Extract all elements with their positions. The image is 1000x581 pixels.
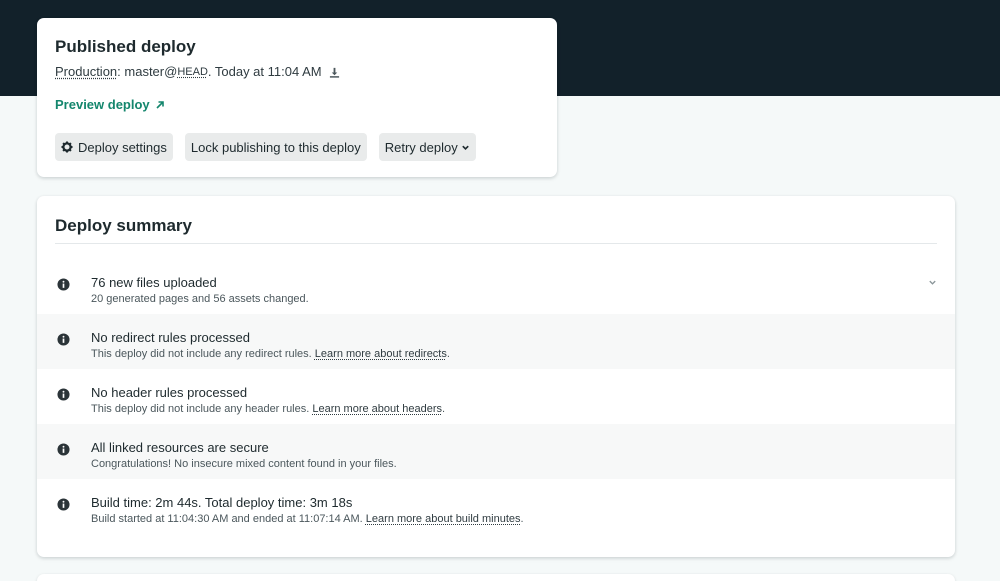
summary-item-desc: 20 generated pages and 56 assets changed… (91, 293, 955, 306)
learn-more-build-minutes-link[interactable]: Learn more about build minutes (366, 513, 521, 525)
lock-publishing-button[interactable]: Lock publishing to this deploy (185, 133, 367, 161)
info-icon (57, 443, 70, 456)
gear-icon (61, 141, 73, 153)
summary-item-desc: This deploy did not include any header r… (91, 403, 955, 416)
deploy-ref[interactable]: HEAD (177, 64, 208, 80)
download-icon[interactable] (329, 67, 340, 78)
summary-item-security: All linked resources are secure Congratu… (37, 424, 955, 479)
summary-item-files[interactable]: 76 new files uploaded 20 generated pages… (37, 259, 955, 314)
info-icon (57, 498, 70, 511)
info-icon (57, 333, 70, 346)
deploy-branch: master@ (124, 64, 177, 80)
summary-list: 76 new files uploaded 20 generated pages… (37, 259, 955, 534)
summary-item-title: No header rules processed (91, 385, 955, 401)
summary-item-title: Build time: 2m 44s. Total deploy time: 3… (91, 495, 955, 511)
summary-item-desc: Congratulations! No insecure mixed conte… (91, 458, 955, 471)
info-icon (57, 388, 70, 401)
deploy-settings-button[interactable]: Deploy settings (55, 133, 173, 161)
summary-item-desc: Build started at 11:04:30 AM and ended a… (91, 513, 955, 526)
deploy-actions: Deploy settings Lock publishing to this … (55, 133, 539, 161)
divider (55, 243, 937, 244)
summary-item-title: No redirect rules processed (91, 330, 955, 346)
deploy-context[interactable]: Production (55, 64, 117, 80)
retry-deploy-button[interactable]: Retry deploy (379, 133, 476, 161)
next-card (37, 574, 955, 581)
colon: : (117, 64, 124, 80)
chevron-down-icon[interactable] (928, 278, 937, 287)
summary-item-desc: This deploy did not include any redirect… (91, 348, 955, 361)
retry-deploy-label: Retry deploy (385, 140, 458, 155)
summary-title: Deploy summary (55, 216, 192, 236)
preview-deploy-label: Preview deploy (55, 97, 150, 112)
learn-more-headers-link[interactable]: Learn more about headers (312, 403, 442, 415)
summary-item-headers: No header rules processed This deploy di… (37, 369, 955, 424)
summary-item-title: 76 new files uploaded (91, 275, 955, 291)
preview-deploy-link[interactable]: Preview deploy (55, 97, 165, 112)
deploy-title: Published deploy (55, 37, 539, 57)
summary-item-title: All linked resources are secure (91, 440, 955, 456)
deploy-meta: Production: master@ HEAD. Today at 11:04 … (55, 64, 539, 80)
deploy-settings-label: Deploy settings (78, 140, 167, 155)
deploy-summary-card: Deploy summary 76 new files uploaded 20 … (37, 196, 955, 557)
learn-more-redirects-link[interactable]: Learn more about redirects (315, 348, 447, 360)
chevron-down-icon (461, 143, 470, 152)
external-link-icon (155, 100, 165, 110)
summary-item-redirects: No redirect rules processed This deploy … (37, 314, 955, 369)
deploy-time: . Today at 11:04 AM (208, 64, 322, 80)
lock-publishing-label: Lock publishing to this deploy (191, 140, 361, 155)
published-deploy-card: Published deploy Production: master@ HEAD… (37, 18, 557, 177)
info-icon (57, 278, 70, 291)
summary-item-build-time: Build time: 2m 44s. Total deploy time: 3… (37, 479, 955, 534)
